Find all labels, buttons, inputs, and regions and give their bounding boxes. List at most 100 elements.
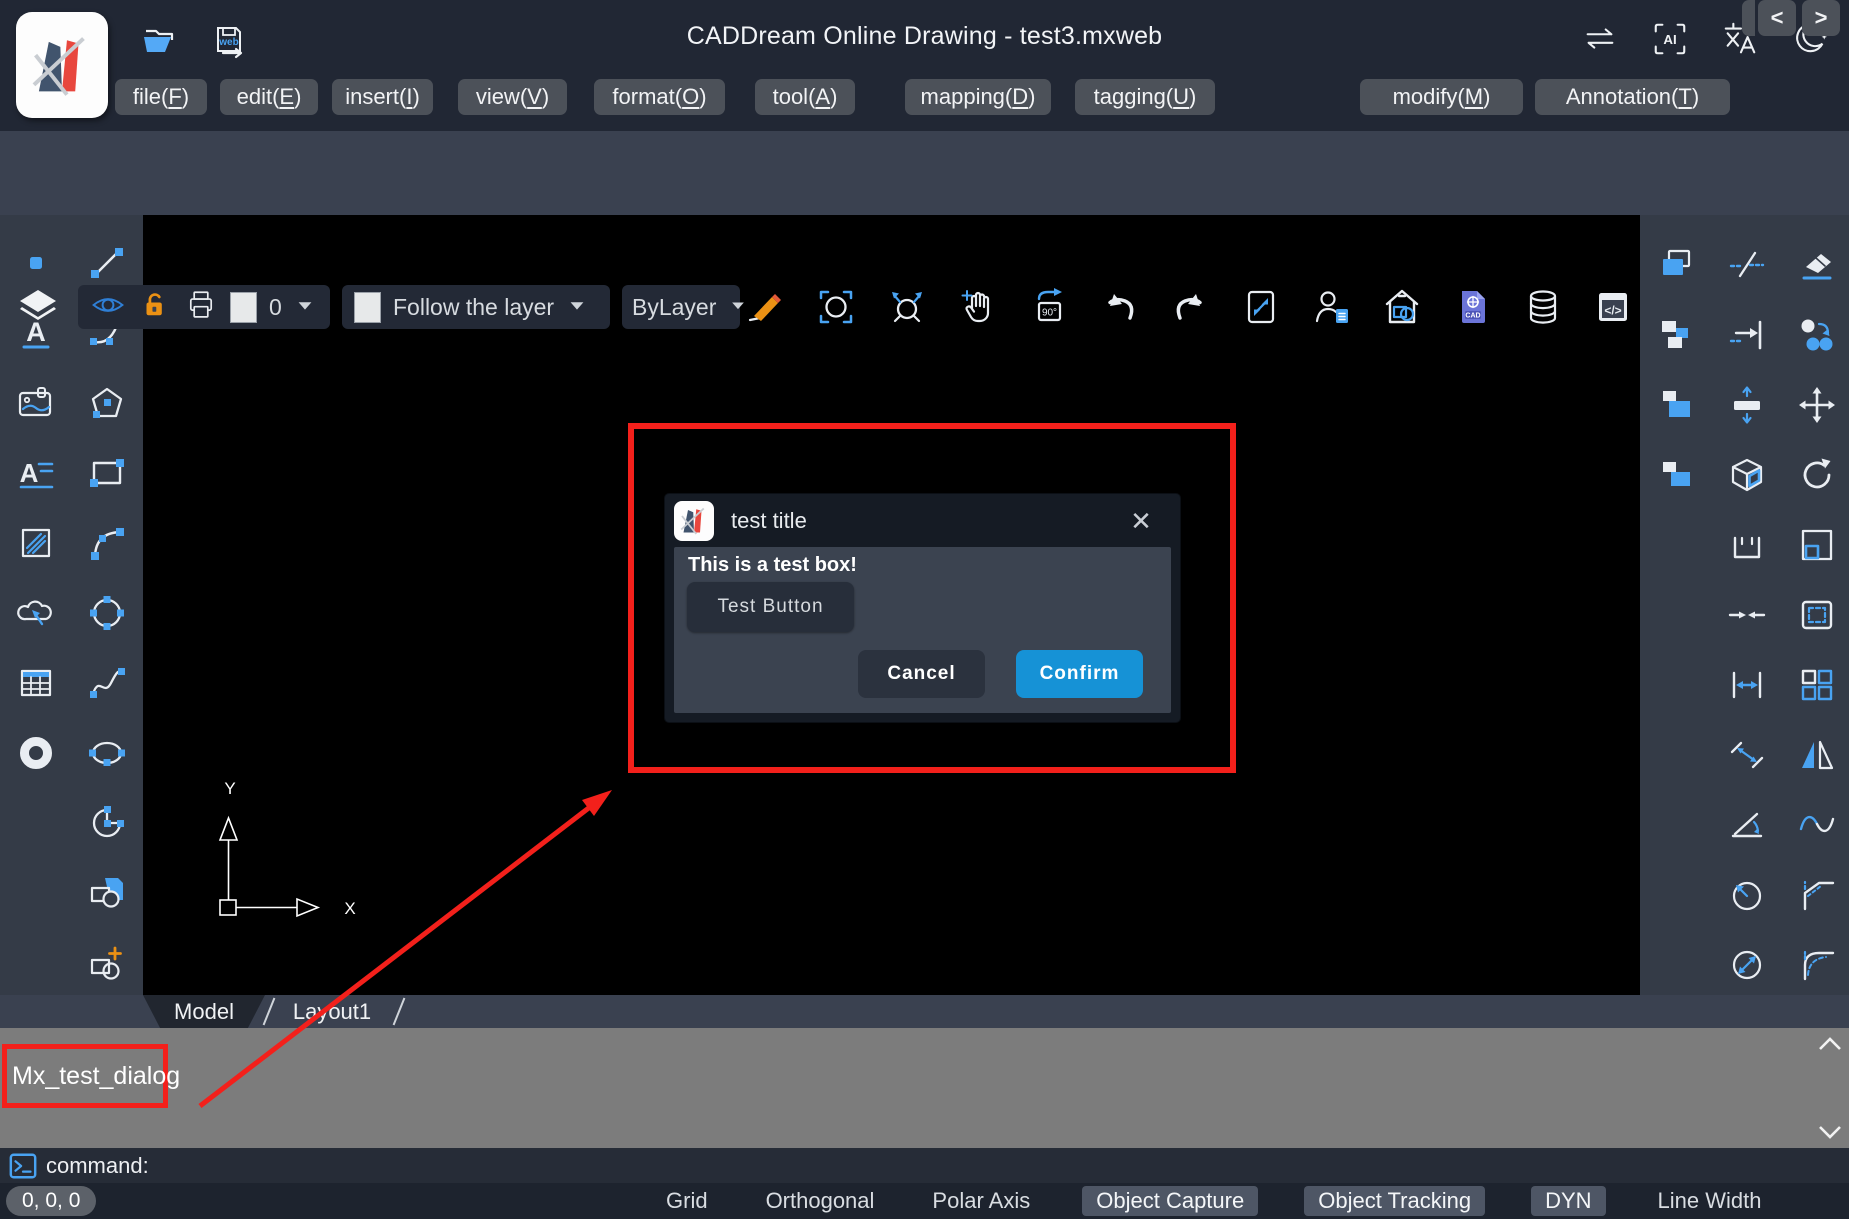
insert-block-icon[interactable] bbox=[87, 873, 127, 913]
tab-separator bbox=[393, 998, 406, 1026]
cad-file-icon[interactable]: CAD bbox=[1453, 287, 1493, 327]
join-icon[interactable] bbox=[1727, 595, 1767, 635]
menu-insert[interactable]: insert(I) bbox=[332, 79, 433, 115]
array-icon[interactable] bbox=[1797, 665, 1837, 705]
menu-scroll-prev-button[interactable]: < bbox=[1758, 0, 1796, 36]
status-polar-axis[interactable]: Polar Axis bbox=[926, 1186, 1036, 1216]
redo-icon[interactable] bbox=[1170, 287, 1210, 327]
menu-scroll-next-button[interactable]: > bbox=[1802, 0, 1840, 36]
status-orthogonal[interactable]: Orthogonal bbox=[760, 1186, 881, 1216]
measure-radius-icon[interactable] bbox=[1727, 875, 1767, 915]
measure-distance-icon[interactable] bbox=[1727, 665, 1767, 705]
draw-donut-icon[interactable] bbox=[16, 733, 56, 773]
move-icon[interactable] bbox=[1797, 385, 1837, 425]
measure-parallel-icon[interactable] bbox=[1727, 735, 1767, 775]
draw-rectangle-icon[interactable] bbox=[87, 453, 127, 493]
menu-format[interactable]: format(O) bbox=[594, 79, 725, 115]
menu-annotation[interactable]: Annotation(T) bbox=[1535, 79, 1730, 115]
insert-image-icon[interactable] bbox=[16, 383, 56, 423]
status-grid[interactable]: Grid bbox=[660, 1186, 714, 1216]
caret-down-icon[interactable] bbox=[294, 294, 316, 321]
layer-color-swatch[interactable] bbox=[230, 292, 257, 323]
window-title: CADDream Online Drawing - test3.mxweb bbox=[0, 22, 1849, 51]
draw-hatch-icon[interactable] bbox=[16, 523, 56, 563]
view-3d-icon[interactable] bbox=[1727, 455, 1767, 495]
scroll-down-icon[interactable] bbox=[1817, 1124, 1843, 1140]
pan-hand-icon[interactable] bbox=[958, 287, 998, 327]
undo-icon[interactable] bbox=[1100, 287, 1140, 327]
status-object-tracking[interactable]: Object Tracking bbox=[1304, 1186, 1485, 1216]
revision-cloud-icon[interactable] bbox=[16, 593, 56, 633]
draw-polygon-icon[interactable] bbox=[87, 383, 127, 423]
annotation-highlight-rect bbox=[628, 423, 1236, 773]
caret-down-icon bbox=[566, 294, 588, 321]
menu-modify[interactable]: modify(M) bbox=[1360, 79, 1523, 115]
scroll-up-icon[interactable] bbox=[1817, 1036, 1843, 1052]
command-bar[interactable]: command: bbox=[0, 1148, 1849, 1183]
draw-polyline-arc-icon[interactable] bbox=[87, 523, 127, 563]
zoom-extents-icon[interactable] bbox=[887, 287, 927, 327]
tab-model[interactable]: Model bbox=[143, 995, 265, 1028]
sketch-pencil-icon[interactable] bbox=[745, 287, 785, 327]
break-object-icon[interactable] bbox=[1727, 245, 1767, 285]
ai-recognize-icon[interactable]: AI bbox=[1649, 18, 1691, 60]
copy-multiple-icon[interactable] bbox=[1657, 315, 1697, 355]
create-block-icon[interactable] bbox=[87, 943, 127, 983]
color-mode-dropdown[interactable]: ByLayer bbox=[622, 285, 740, 329]
menu-view[interactable]: view(V) bbox=[458, 79, 567, 115]
unlock-icon[interactable] bbox=[138, 288, 172, 327]
fillet-icon[interactable] bbox=[1797, 945, 1837, 985]
break-at-point-icon[interactable] bbox=[1727, 525, 1767, 565]
copy-overlap-icon[interactable] bbox=[1657, 385, 1697, 425]
scale-icon[interactable] bbox=[1797, 525, 1837, 565]
extend-icon[interactable] bbox=[1727, 315, 1767, 355]
command-history-panel[interactable] bbox=[0, 1028, 1849, 1148]
draw-mtext-icon[interactable]: A bbox=[16, 453, 56, 493]
copy-object-icon[interactable] bbox=[1657, 245, 1697, 285]
draw-circle-icon[interactable] bbox=[87, 593, 127, 633]
swap-horizontal-icon[interactable] bbox=[1579, 18, 1621, 60]
draw-point-icon[interactable] bbox=[16, 243, 56, 283]
rotate-icon[interactable] bbox=[1797, 455, 1837, 495]
erase-icon[interactable] bbox=[1797, 245, 1837, 285]
measure-diameter-icon[interactable] bbox=[1727, 945, 1767, 985]
stretch-icon[interactable] bbox=[1727, 385, 1767, 425]
status-line-width[interactable]: Line Width bbox=[1652, 1186, 1768, 1216]
layer-mode-dropdown[interactable]: Follow the layer bbox=[342, 285, 610, 329]
rotate-view-90-icon[interactable]: 90° bbox=[1029, 287, 1069, 327]
reverse-curve-icon[interactable] bbox=[1797, 805, 1837, 845]
status-toggles: Grid Orthogonal Polar Axis Object Capture Ob… bbox=[660, 1183, 1767, 1219]
status-object-capture[interactable]: Object Capture bbox=[1082, 1186, 1258, 1216]
draw-pie-arc-icon[interactable] bbox=[87, 803, 127, 843]
database-icon[interactable] bbox=[1523, 287, 1563, 327]
status-dyn[interactable]: DYN bbox=[1531, 1186, 1605, 1216]
menu-tagging[interactable]: tagging(U) bbox=[1075, 79, 1215, 115]
match-properties-icon[interactable] bbox=[1797, 315, 1837, 355]
menu-tool[interactable]: tool(A) bbox=[755, 79, 855, 115]
home-draw-icon[interactable] bbox=[1382, 287, 1422, 327]
layers-icon[interactable] bbox=[14, 283, 62, 331]
menu-edit[interactable]: edit(E) bbox=[220, 79, 318, 115]
top-bar: web CADDream Online Drawing - test3.mxwe… bbox=[0, 0, 1849, 131]
offset-icon[interactable] bbox=[1797, 595, 1837, 635]
svg-text:A: A bbox=[20, 458, 39, 488]
fullscreen-icon[interactable] bbox=[1241, 287, 1281, 327]
eye-icon[interactable] bbox=[90, 287, 126, 328]
svg-text:90°: 90° bbox=[1042, 308, 1057, 319]
draw-line-icon[interactable] bbox=[87, 243, 127, 283]
measure-angle-icon[interactable] bbox=[1727, 805, 1767, 845]
code-editor-icon[interactable]: </> bbox=[1593, 287, 1633, 327]
menu-overflow-sliver[interactable] bbox=[1742, 0, 1755, 36]
mirror-icon[interactable] bbox=[1797, 735, 1837, 775]
printer-icon[interactable] bbox=[184, 288, 218, 327]
copy-nested-icon[interactable] bbox=[1657, 455, 1697, 495]
tab-layout1[interactable]: Layout1 bbox=[272, 995, 392, 1028]
insert-table-icon[interactable] bbox=[16, 663, 56, 703]
user-details-icon[interactable] bbox=[1312, 287, 1352, 327]
zoom-window-icon[interactable] bbox=[816, 287, 856, 327]
draw-spline-icon[interactable] bbox=[87, 663, 127, 703]
draw-ellipse-icon[interactable] bbox=[87, 733, 127, 773]
chamfer-icon[interactable] bbox=[1797, 875, 1837, 915]
menu-mapping[interactable]: mapping(D) bbox=[905, 79, 1051, 115]
menu-file[interactable]: file(F) bbox=[115, 79, 207, 115]
